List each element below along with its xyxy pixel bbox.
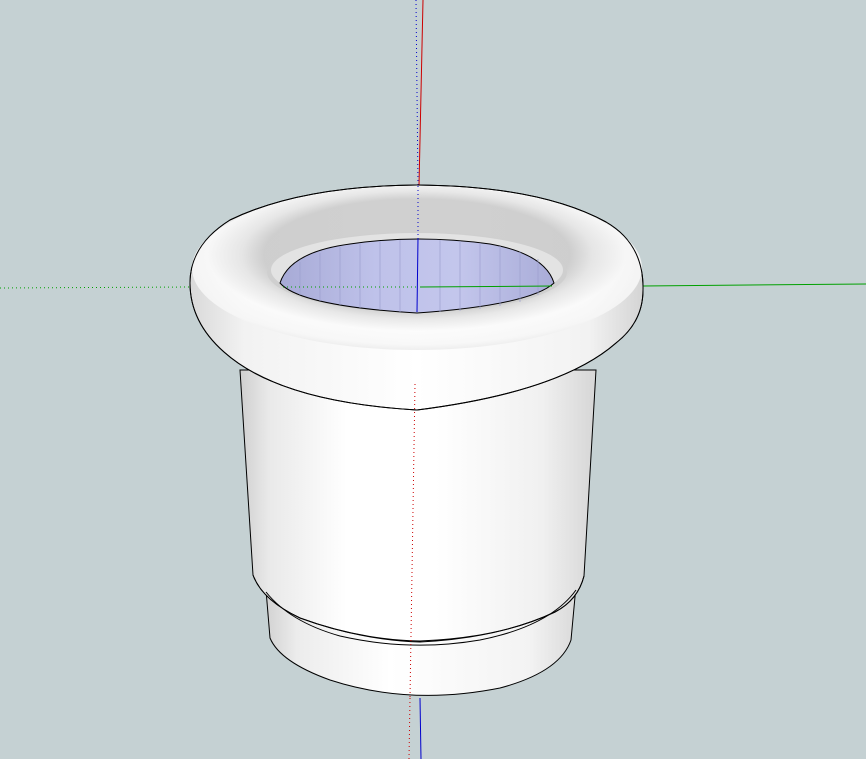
green-axis-right [642, 283, 866, 287]
red-axis [418, 0, 424, 187]
green-axis-dotted-left [0, 286, 191, 289]
blue-axis-bottom [419, 697, 422, 759]
red-axis-dotted-bottom [408, 697, 411, 759]
pot-model[interactable] [189, 184, 644, 699]
modeling-viewport[interactable] [0, 0, 866, 759]
scene-canvas[interactable] [0, 0, 866, 759]
blue-axis-dotted-top [415, 0, 419, 187]
pot-body [239, 369, 597, 642]
